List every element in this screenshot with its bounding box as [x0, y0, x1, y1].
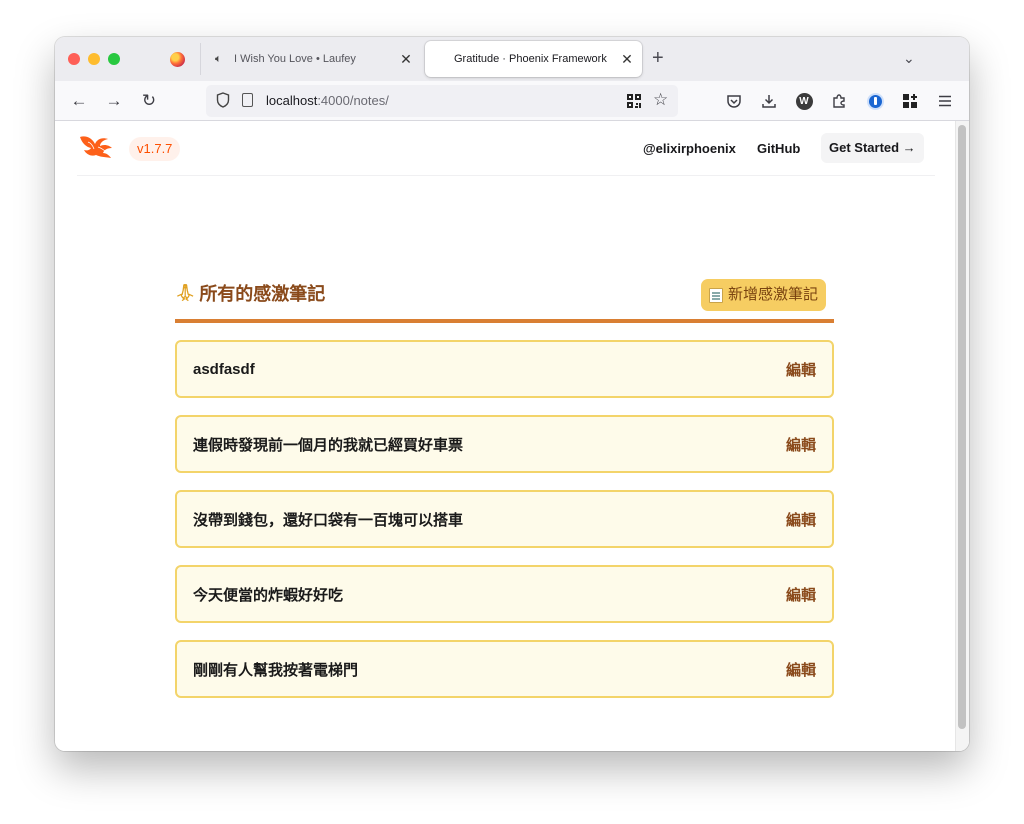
- address-bar[interactable]: localhost:4000/notes/ ☆: [206, 85, 678, 117]
- phoenix-logo-icon[interactable]: [78, 133, 114, 161]
- praying-hands-icon: 🙏︎: [175, 285, 196, 302]
- note-item[interactable]: 沒帶到錢包，還好口袋有一百塊可以搭車 編輯: [175, 490, 834, 548]
- page-title: 🙏︎ 所有的感激筆記: [175, 280, 325, 306]
- site-header: v1.7.7 @elixirphoenix GitHub Get Started…: [77, 121, 935, 176]
- scrollbar-thumb[interactable]: [958, 125, 966, 729]
- list-all-tabs-icon[interactable]: ⌄: [903, 50, 915, 67]
- forward-icon[interactable]: →: [102, 89, 126, 113]
- reload-icon[interactable]: ↻: [137, 89, 161, 113]
- qr-code-icon[interactable]: [627, 94, 641, 108]
- note-item[interactable]: 連假時發現前一個月的我就已經買好車票 編輯: [175, 415, 834, 473]
- url-text[interactable]: localhost:4000/notes/: [266, 93, 389, 108]
- note-item[interactable]: 剛剛有人幫我按著電梯門 編輯: [175, 640, 834, 698]
- page-title-text: 所有的感激筆記: [199, 284, 326, 304]
- page-info-icon[interactable]: [242, 93, 253, 107]
- note-text[interactable]: 剛剛有人幫我按著電梯門: [193, 659, 358, 680]
- tab-divider: [200, 43, 201, 75]
- tab-gratitude[interactable]: Gratitude · Phoenix Framework ✕: [425, 41, 642, 77]
- close-tab-icon[interactable]: ✕: [397, 51, 415, 68]
- version-badge: v1.7.7: [129, 137, 181, 161]
- github-link[interactable]: GitHub: [757, 141, 800, 156]
- firefox-view-icon[interactable]: [170, 52, 185, 67]
- edit-link[interactable]: 編輯: [786, 359, 816, 380]
- minimize-window-button[interactable]: [88, 53, 100, 65]
- url-path: :4000/notes/: [317, 93, 389, 108]
- note-text[interactable]: 沒帶到錢包，還好口袋有一百塊可以搭車: [193, 509, 463, 530]
- password-manager-icon[interactable]: [865, 91, 885, 111]
- tab-label: Gratitude · Phoenix Framework: [454, 53, 607, 65]
- extensions-puzzle-icon[interactable]: [829, 91, 849, 111]
- extension-w-icon[interactable]: W: [794, 91, 814, 111]
- note-item[interactable]: 今天便當的炸蝦好好吃 編輯: [175, 565, 834, 623]
- edit-link[interactable]: 編輯: [786, 434, 816, 455]
- pocket-icon[interactable]: [724, 91, 744, 111]
- bookmark-star-icon[interactable]: ☆: [653, 90, 668, 110]
- notes-header: 🙏︎ 所有的感激筆記 新增感激筆記: [175, 277, 834, 323]
- get-started-button[interactable]: Get Started →: [821, 133, 924, 163]
- download-icon[interactable]: [759, 91, 779, 111]
- navigation-toolbar: ← → ↻ localhost:4000/notes/ ☆ W: [55, 81, 969, 121]
- memo-icon: [708, 287, 723, 303]
- note-text[interactable]: 連假時發現前一個月的我就已經買好車票: [193, 434, 463, 455]
- tab-laufey[interactable]: 🔈︎ I Wish You Love • Laufey ✕: [205, 41, 421, 77]
- tab-label: I Wish You Love • Laufey: [234, 53, 356, 65]
- edit-link[interactable]: 編輯: [786, 509, 816, 530]
- edit-link[interactable]: 編輯: [786, 584, 816, 605]
- url-host: localhost: [266, 93, 318, 108]
- note-item[interactable]: asdfasdf 編輯: [175, 340, 834, 398]
- notes-section: 🙏︎ 所有的感激筆記 新增感激筆記 asdfasdf 編輯 連假時發現前一個月的…: [175, 277, 834, 698]
- apps-grid-icon[interactable]: [900, 91, 920, 111]
- close-window-button[interactable]: [68, 53, 80, 65]
- shield-icon[interactable]: [216, 92, 230, 108]
- browser-window: 🔈︎ I Wish You Love • Laufey ✕ Gratitude …: [55, 37, 969, 751]
- speaker-icon[interactable]: 🔈︎: [215, 53, 222, 66]
- add-note-button[interactable]: 新增感激筆記: [700, 279, 826, 311]
- twitter-link[interactable]: @elixirphoenix: [643, 141, 736, 156]
- zoom-window-button[interactable]: [108, 53, 120, 65]
- edit-link[interactable]: 編輯: [786, 659, 816, 680]
- close-tab-icon[interactable]: ✕: [618, 51, 636, 68]
- page-viewport: v1.7.7 @elixirphoenix GitHub Get Started…: [55, 121, 969, 751]
- note-text[interactable]: 今天便當的炸蝦好好吃: [193, 584, 343, 605]
- add-note-label: 新增感激筆記: [727, 286, 818, 303]
- back-icon[interactable]: ←: [67, 89, 91, 113]
- new-tab-button[interactable]: +: [652, 48, 664, 68]
- tab-strip: 🔈︎ I Wish You Love • Laufey ✕ Gratitude …: [55, 37, 969, 81]
- menu-icon[interactable]: [935, 91, 955, 111]
- note-text[interactable]: asdfasdf: [193, 361, 255, 378]
- scrollbar-track[interactable]: [955, 121, 969, 751]
